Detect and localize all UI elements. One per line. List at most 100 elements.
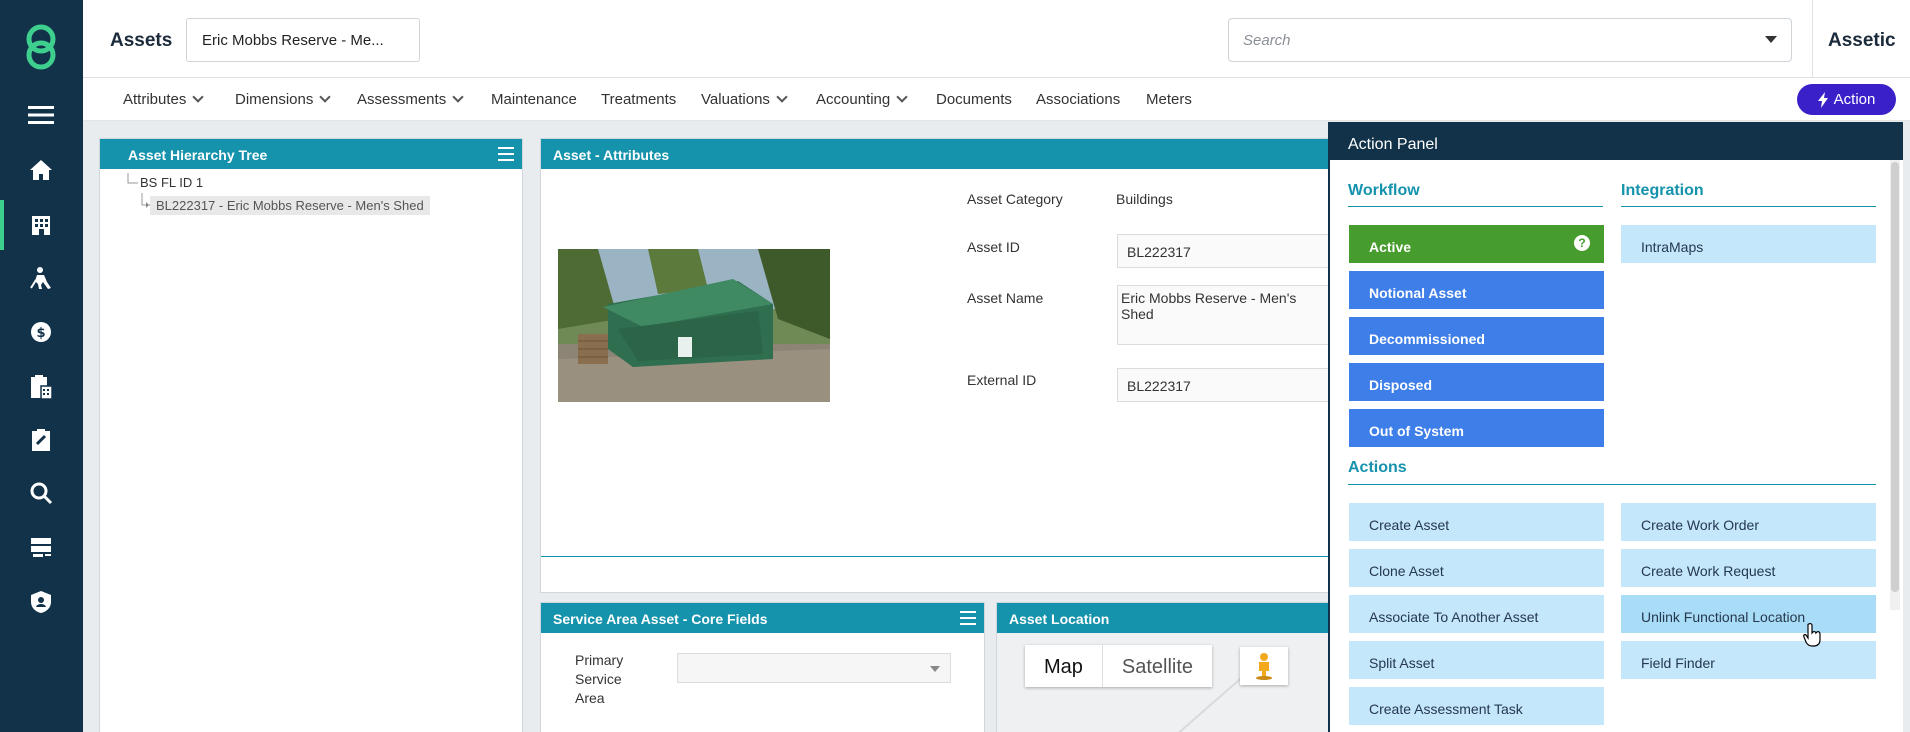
asset-photo[interactable] [558, 249, 830, 402]
action-panel-scrollbar[interactable] [1890, 160, 1900, 610]
panel-header: Asset Location [997, 603, 1335, 633]
actions-heading: Actions [1348, 459, 1407, 476]
worker-icon[interactable] [24, 261, 58, 295]
search-input[interactable]: Search [1228, 18, 1792, 62]
nav-label: Meters [1146, 91, 1192, 108]
create-work-request-button[interactable]: Create Work Request [1621, 549, 1876, 587]
street-view-pegman-icon[interactable] [1240, 647, 1288, 685]
workflow-underline [1348, 206, 1603, 207]
primary-service-area-label: Primary Service Area [575, 651, 623, 708]
hierarchy-tree-panel: Asset Hierarchy Tree BS FL ID 1 BL222317… [99, 138, 523, 732]
external-id-field[interactable]: BL222317 [1117, 368, 1341, 402]
chevron-down-icon [896, 91, 908, 103]
scrollbar-thumb[interactable] [1891, 162, 1899, 592]
integration-intramaps-button[interactable]: IntraMaps [1621, 225, 1876, 263]
nav-label: Dimensions [235, 91, 314, 108]
search-icon[interactable] [24, 476, 58, 510]
nav-documents[interactable]: Documents [936, 91, 1012, 108]
split-asset-button[interactable]: Split Asset [1349, 641, 1604, 679]
nav-dimensions[interactable]: Dimensions [235, 91, 332, 108]
action-button[interactable]: Action [1797, 84, 1896, 115]
asset-id-label: Asset ID [967, 239, 1020, 255]
nav-label: Associations [1036, 91, 1121, 108]
field-finder-button[interactable]: Field Finder [1621, 641, 1876, 679]
svg-text:$: $ [36, 326, 45, 341]
clone-asset-button[interactable]: Clone Asset [1349, 549, 1604, 587]
nav-associations[interactable]: Associations [1036, 91, 1120, 108]
top-bar: Assets Eric Mobbs Reserve - Me... Search… [83, 0, 1910, 78]
home-icon[interactable] [24, 153, 58, 187]
label-line: Primary [575, 652, 624, 668]
left-rail: $ [0, 0, 83, 732]
panel-title: Asset - Attributes [553, 147, 670, 163]
assetic-logo-icon[interactable] [20, 22, 62, 70]
clipboard-calc-icon[interactable] [24, 370, 58, 404]
create-work-order-button[interactable]: Create Work Order [1621, 503, 1876, 541]
dropdown-caret-icon [930, 666, 940, 672]
hamburger-menu-icon[interactable] [960, 611, 976, 625]
asset-name-field[interactable]: Eric Mobbs Reserve - Men's Shed [1117, 285, 1341, 345]
chevron-down-icon [319, 91, 332, 103]
tree-node-child-wrap: BL222317 - Eric Mobbs Reserve - Men's Sh… [128, 193, 522, 215]
label-line: Area [575, 690, 605, 706]
asset-id-field[interactable]: BL222317 [1117, 234, 1341, 268]
assessment-icon[interactable] [24, 423, 58, 457]
chevron-down-icon [452, 91, 464, 103]
asset-category-label: Asset Category [967, 191, 1063, 207]
shield-user-icon[interactable] [24, 585, 58, 619]
asset-attributes-panel: Asset - Attributes Asset Category Buildi… [540, 138, 1341, 593]
nav-label: Documents [936, 91, 1012, 108]
server-icon[interactable] [24, 530, 58, 564]
workflow-notional-asset-button[interactable]: Notional Asset [1349, 271, 1604, 309]
nav-label: Accounting [816, 91, 891, 108]
panel-title: Service Area Asset - Core Fields [553, 611, 768, 627]
panel-header: Service Area Asset - Core Fields [541, 603, 984, 633]
tree-view: BS FL ID 1 BL222317 - Eric Mobbs Reserve… [100, 169, 522, 215]
tree-node-selected[interactable]: BL222317 - Eric Mobbs Reserve - Men's Sh… [150, 196, 430, 215]
header-divider [1812, 0, 1813, 78]
lightning-icon [1817, 91, 1828, 108]
chevron-down-icon [192, 91, 205, 103]
nav-label: Maintenance [491, 91, 577, 108]
chevron-down-icon [776, 91, 788, 103]
asset-location-panel: Asset Location Map Satellite [996, 602, 1337, 732]
active-indicator [0, 200, 4, 250]
asset-name-label: Asset Name [967, 290, 1044, 306]
workflow-out-of-system-button[interactable]: Out of System [1349, 409, 1604, 447]
workflow-heading: Workflow [1348, 182, 1420, 199]
unlink-functional-location-button[interactable]: Unlink Functional Location [1621, 595, 1876, 633]
satellite-option[interactable]: Satellite [1103, 645, 1212, 687]
nav-meters[interactable]: Meters [1146, 91, 1192, 108]
create-asset-button[interactable]: Create Asset [1349, 503, 1604, 541]
hamburger-menu-icon[interactable] [498, 147, 514, 161]
integration-heading: Integration [1621, 182, 1704, 199]
tree-node-label: BS FL ID 1 [140, 175, 204, 190]
workflow-active-button[interactable]: Active ? [1349, 225, 1604, 263]
nav-label: Valuations [701, 91, 770, 108]
brand-name: Assetic [1828, 30, 1896, 51]
building-icon[interactable] [24, 207, 58, 241]
workflow-disposed-button[interactable]: Disposed [1349, 363, 1604, 401]
dropdown-caret-icon[interactable] [1765, 36, 1777, 43]
primary-service-area-select[interactable] [677, 653, 951, 683]
asset-selector[interactable]: Eric Mobbs Reserve - Me... [186, 18, 420, 62]
help-icon[interactable]: ? [1574, 235, 1590, 251]
nav-accounting[interactable]: Accounting [816, 91, 908, 108]
create-assessment-task-button[interactable]: Create Assessment Task [1349, 687, 1604, 725]
nav-label: Attributes [123, 91, 187, 108]
nav-valuations[interactable]: Valuations [701, 91, 788, 108]
nav-maintenance[interactable]: Maintenance [491, 91, 577, 108]
nav-attributes[interactable]: Attributes [123, 91, 205, 108]
menu-icon[interactable] [24, 98, 58, 132]
map-option[interactable]: Map [1025, 645, 1103, 687]
panel-divider [541, 556, 1341, 557]
asset-category-value: Buildings [1116, 191, 1173, 207]
nav-assessments[interactable]: Assessments [357, 91, 464, 108]
associate-asset-button[interactable]: Associate To Another Asset [1349, 595, 1604, 633]
map-type-toggle[interactable]: Map Satellite [1025, 645, 1213, 687]
finance-icon[interactable]: $ [24, 315, 58, 349]
nav-treatments[interactable]: Treatments [601, 91, 676, 108]
tree-node-root[interactable]: BS FL ID 1 [127, 173, 522, 193]
workflow-decommissioned-button[interactable]: Decommissioned [1349, 317, 1604, 355]
panel-title: Asset Hierarchy Tree [128, 147, 268, 163]
